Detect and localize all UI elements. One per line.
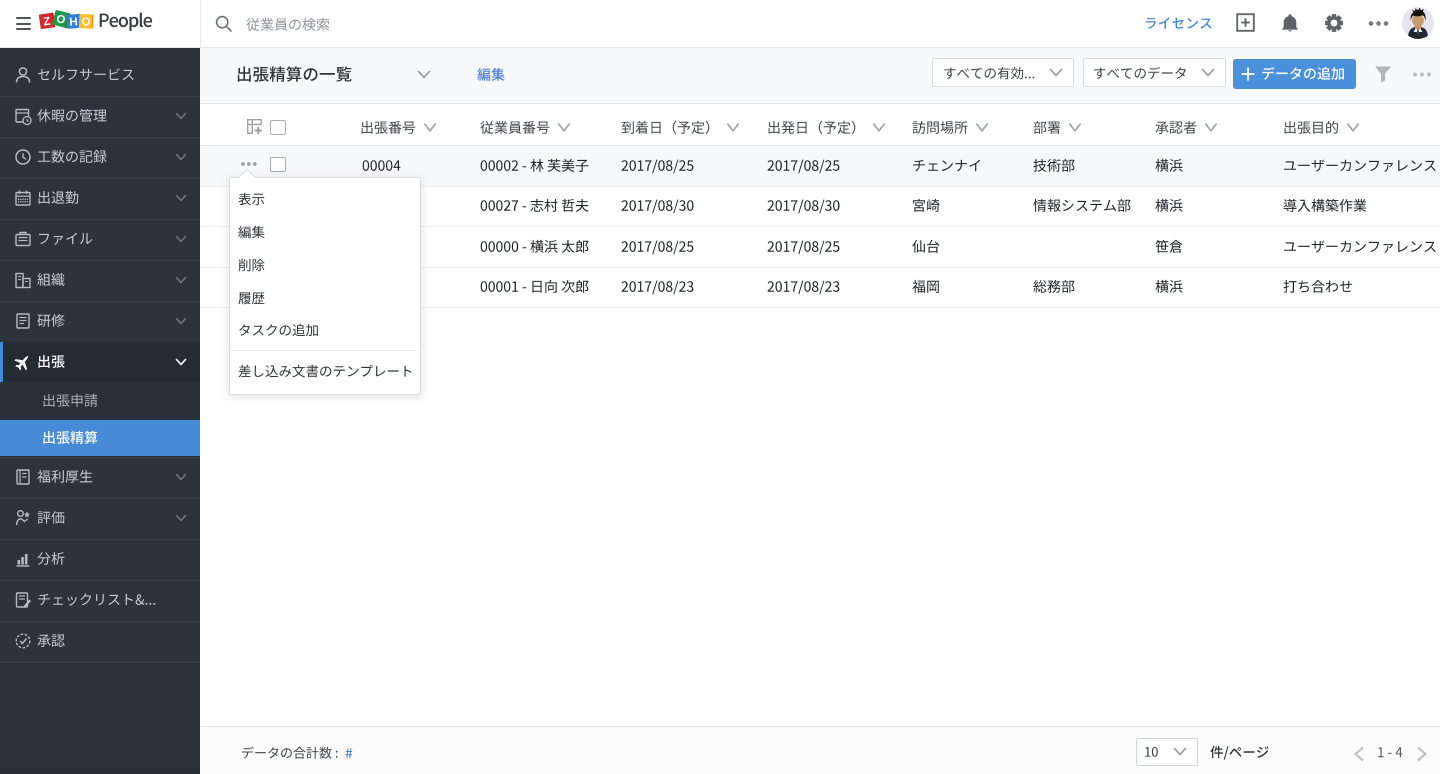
svg-text:O: O: [81, 16, 90, 28]
svg-text:H: H: [69, 16, 78, 29]
